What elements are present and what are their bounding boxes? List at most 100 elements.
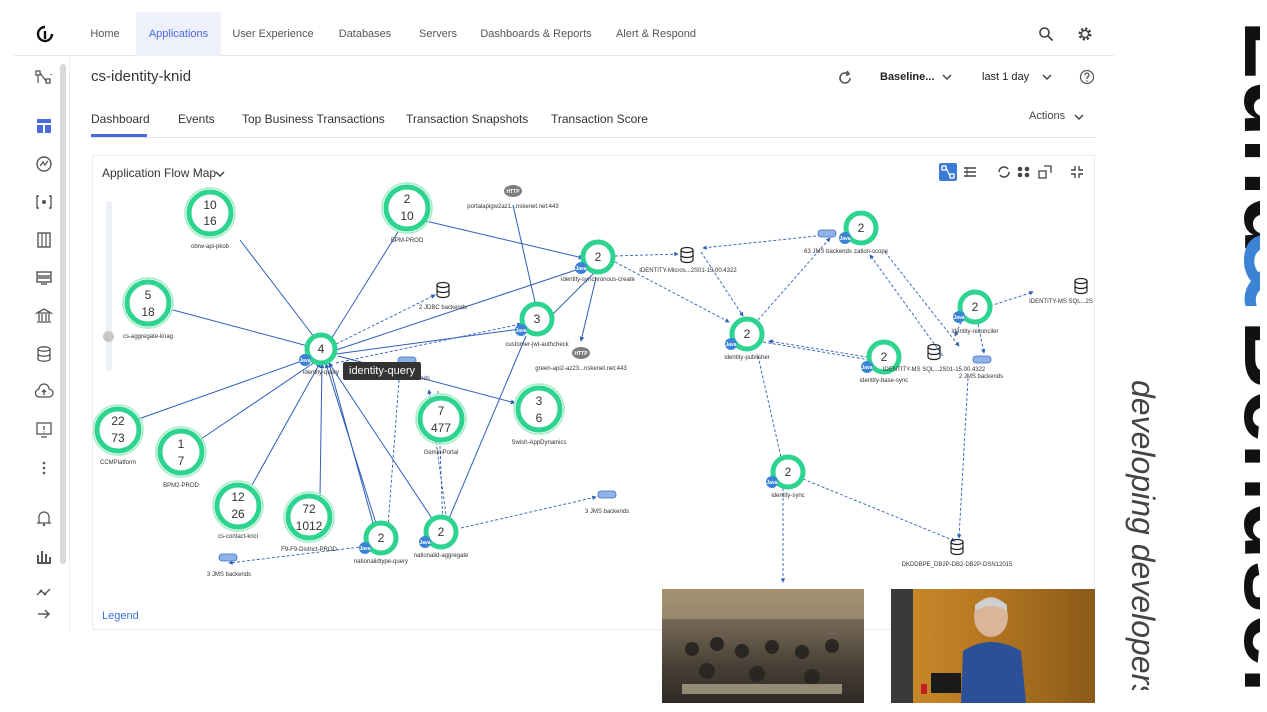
tab-dashboard[interactable]: Dashboard — [91, 112, 150, 126]
legend-link[interactable]: Legend — [102, 610, 139, 622]
cloud-upload-icon[interactable] — [34, 382, 54, 402]
database-backend-icon[interactable]: IDENTITY-MS SQL...2S — [1029, 277, 1093, 306]
node[interactable]: 2 Java identity-synchronous-create — [561, 239, 636, 283]
backend-label: 2 JDBC backends — [419, 305, 467, 311]
left-sidebar — [14, 56, 70, 632]
http-backend[interactable]: HTTP green-api2-az23...nskenet.net:443 — [535, 347, 627, 372]
audience-video — [662, 589, 864, 703]
bracket-dot-icon[interactable] — [34, 192, 54, 212]
edges-dashed — [228, 234, 1034, 583]
top-nav: Home Applications User Experience Databa… — [14, 12, 1114, 56]
servers-icon[interactable] — [34, 268, 54, 288]
java-badge: Java — [725, 342, 736, 348]
backend-label: 2 JMS backends — [959, 374, 1003, 380]
java-badge: Java — [359, 546, 370, 552]
brand-name-part1: Lund — [1224, 20, 1260, 255]
tab-top-business-transactions[interactable]: Top Business Transactions — [242, 112, 385, 126]
time-range-select[interactable]: last 1 day — [982, 71, 1052, 83]
backend-label: IDENTITY-MS SQL...2S — [1029, 299, 1093, 305]
tab-transaction-score[interactable]: Transaction Score — [551, 112, 648, 126]
analytics-icon[interactable] — [34, 582, 54, 602]
jms-backend-icon[interactable]: 3 JMS backends — [585, 490, 629, 515]
bar-chart-icon[interactable] — [34, 546, 54, 566]
refresh-icon[interactable] — [836, 69, 854, 87]
node-label: identity-base-sync — [860, 378, 908, 384]
http-badge: HTTP — [506, 189, 520, 195]
node[interactable]: 22 73 CCMPlatform — [93, 404, 144, 466]
bell-icon[interactable] — [34, 508, 54, 528]
flow-map-canvas[interactable]: 1016obrw-api-pkob 210BPM-PROD 518cs-aggr… — [93, 156, 1096, 631]
http-backend[interactable]: HTTP portalapigw2az1...nskenet.net:443 — [467, 185, 559, 210]
node-count-1: 7 — [438, 404, 445, 418]
nav-dashboards-reports[interactable]: Dashboards & Reports — [476, 12, 596, 56]
node-count-2: 6 — [536, 411, 543, 425]
more-vertical-icon[interactable] — [34, 458, 54, 478]
node[interactable]: 2 Java identity-publisher — [724, 316, 770, 361]
database-backend-icon[interactable]: 2 JDBC backends — [419, 281, 467, 312]
node-count-2: 26 — [231, 507, 245, 521]
http-badge: HTTP — [574, 351, 588, 357]
node[interactable]: 12 26 cs-contact-knci — [212, 480, 264, 540]
dashboard-icon[interactable] — [34, 116, 54, 136]
java-badge: Java — [299, 358, 310, 364]
nav-home[interactable]: Home — [76, 12, 134, 56]
node-count-1: 2 — [744, 327, 751, 341]
node[interactable]: 7 477 GeminiPortal — [415, 393, 467, 456]
backend-label: 3 JMS backends — [207, 572, 251, 578]
node-label: nationalid-aggregate — [414, 553, 469, 559]
node-label: GeminiPortal — [424, 450, 459, 456]
baseline-select[interactable]: Baseline... — [880, 71, 952, 83]
nav-user-experience[interactable]: User Experience — [226, 12, 320, 56]
node[interactable]: 2 Java identity-reconciler — [951, 289, 999, 335]
node[interactable]: 72 1012 F9-F9-District-PROD — [281, 491, 337, 553]
node[interactable]: 2 Java nationalid-aggregate — [414, 514, 469, 559]
nav-databases[interactable]: Databases — [330, 12, 400, 56]
appdynamics-logo-icon[interactable] — [36, 25, 54, 43]
node[interactable]: 10 16 obrw-api-pkob — [184, 187, 236, 250]
backend-label: IDENTITY-Micros...2S01-15.00.4322 — [639, 268, 737, 274]
node-label: nationalidtype-query — [354, 559, 408, 565]
app-window: Home Applications User Experience Databa… — [14, 12, 1114, 632]
node-count-2: 1012 — [296, 519, 323, 533]
node[interactable]: 2 10 BPM-PROD — [381, 182, 433, 244]
database-backend-icon[interactable]: DKDDBPE_DB2P-DB2-DB2P-DSN12015 — [902, 538, 1013, 569]
node-count-1: 5 — [145, 288, 152, 302]
lund-bendsen-logo: Lund & Bendsen developing developers — [1125, 20, 1267, 712]
tiers-icon[interactable] — [34, 230, 54, 250]
expand-arrow-icon[interactable] — [34, 604, 54, 624]
jms-backend-icon[interactable]: 3 JMS backends — [207, 553, 251, 578]
audience-video-image — [662, 589, 864, 694]
node-count-1: 2 — [881, 350, 888, 364]
node-identity-query[interactable]: 4 Java identity-query — [299, 332, 339, 376]
bank-icon[interactable] — [34, 306, 54, 326]
database-backend-icon[interactable]: IDENTITY-Micros...2S01-15.00.4322 — [639, 246, 737, 275]
node[interactable]: 5 18 cs-aggregate-knag — [122, 277, 174, 340]
alert-monitor-icon[interactable] — [34, 420, 54, 440]
brand-watermark: Lund & Bendsen developing developers — [1120, 20, 1267, 712]
search-icon[interactable] — [1038, 26, 1054, 42]
nav-applications[interactable]: Applications — [136, 12, 221, 56]
java-badge: Java — [419, 540, 430, 546]
nav-alert-respond[interactable]: Alert & Respond — [610, 12, 702, 56]
nav-servers[interactable]: Servers — [410, 12, 466, 56]
node[interactable]: 3 Java customer-jwt-authcheck — [505, 301, 570, 348]
node-count-1: 2 — [404, 192, 411, 206]
help-icon[interactable] — [1079, 69, 1095, 85]
node-count-2: 7 — [178, 454, 185, 468]
sidebar-scrollbar[interactable] — [60, 64, 66, 564]
flow-circle-icon[interactable] — [34, 154, 54, 174]
gear-icon[interactable] — [1077, 26, 1093, 42]
flowmap-menu-icon[interactable] — [34, 68, 54, 88]
node[interactable]: 2 Java identity-sync — [766, 454, 806, 499]
node-count-2: 73 — [111, 431, 125, 445]
node[interactable]: 2 Java identity-base-sync — [860, 339, 908, 384]
tab-events[interactable]: Events — [178, 112, 215, 126]
node-count-1: 10 — [203, 198, 217, 212]
node[interactable]: 3 6 Swish-AppDynamics — [511, 383, 567, 446]
node[interactable]: 1 7 BPM2-PROD — [155, 426, 207, 489]
node[interactable]: 2 Java nationalidtype-query — [354, 520, 408, 565]
database-icon[interactable] — [34, 344, 54, 364]
actions-dropdown[interactable]: Actions — [1029, 110, 1084, 122]
tab-transaction-snapshots[interactable]: Transaction Snapshots — [406, 112, 528, 126]
brand-name-part2: Bendsen — [1224, 320, 1260, 690]
